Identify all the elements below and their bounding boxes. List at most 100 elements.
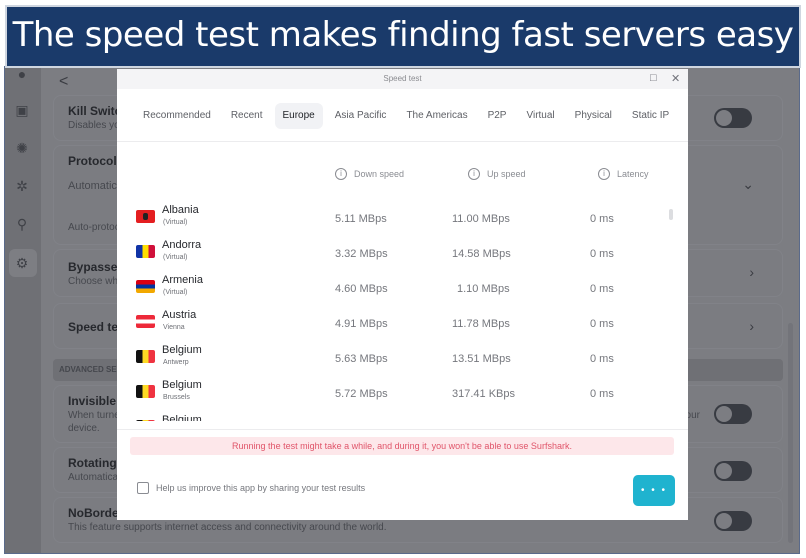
user-icon[interactable]: ▣ <box>13 101 31 119</box>
down-speed: 3.32 MBps <box>335 248 388 260</box>
latency: 0 ms <box>590 388 614 400</box>
shield-icon[interactable]: ● <box>13 67 31 83</box>
card-subtitle: Choose wh <box>68 276 119 287</box>
column-label: Latency <box>617 169 649 179</box>
down-speed: 5.63 MBps <box>335 353 388 365</box>
server-row[interactable]: Armenia (Virtual) 4.60 MBps 1.10 MBps 0 … <box>117 269 688 304</box>
tab-recent[interactable]: Recent <box>223 103 271 129</box>
card-title: Bypasser <box>68 260 123 274</box>
chevron-down-icon[interactable]: ⌄ <box>742 176 754 193</box>
back-button[interactable]: < <box>59 73 68 91</box>
server-country: Andorra <box>162 239 202 251</box>
server-country: Belgium <box>162 344 202 356</box>
divider <box>117 429 688 430</box>
alert-icon[interactable]: ✺ <box>13 139 31 157</box>
close-icon[interactable]: ✕ <box>671 72 680 85</box>
maximize-icon[interactable]: □ <box>650 72 657 84</box>
share-results-checkbox[interactable] <box>137 482 149 494</box>
server-location: Brussels <box>163 394 190 401</box>
card-subtitle-2: device. <box>68 423 100 434</box>
tab-europe[interactable]: Europe <box>274 103 323 129</box>
info-icon[interactable]: i <box>335 168 347 180</box>
server-location: (Virtual) <box>163 254 188 261</box>
up-speed: 11.78 MBps <box>452 318 510 330</box>
tab-the-americas[interactable]: The Americas <box>398 103 475 129</box>
invisible-toggle[interactable] <box>714 404 752 424</box>
latency: 0 ms <box>590 353 614 365</box>
belgium-flag-icon <box>136 420 155 421</box>
server-row[interactable]: Andorra (Virtual) 3.32 MBps 14.58 MBps 0… <box>117 234 688 269</box>
server-country: Belgium <box>162 414 202 421</box>
start-test-button[interactable]: • • • <box>633 475 675 506</box>
down-speed: 4.60 MBps <box>335 283 388 295</box>
dialog-title: Speed test <box>383 74 422 83</box>
server-country: Albania <box>162 204 199 216</box>
latency: 0 ms <box>590 318 614 330</box>
gear-icon[interactable]: ⚙ <box>13 254 31 272</box>
up-speed: 13.51 MBps <box>452 353 511 365</box>
albania-flag-icon <box>136 210 155 223</box>
bug-icon[interactable]: ✲ <box>13 177 31 195</box>
up-speed: 14.58 MBps <box>452 248 511 260</box>
server-location: (Virtual) <box>163 219 188 226</box>
andorra-flag-icon <box>136 245 155 258</box>
latency: 0 ms <box>590 283 614 295</box>
server-row[interactable]: Austria Vienna 4.91 MBps 11.78 MBps 0 ms <box>117 304 688 339</box>
info-icon[interactable]: i <box>468 168 480 180</box>
column-label: Up speed <box>487 169 526 179</box>
server-row[interactable]: Belgium <box>117 409 688 421</box>
list-scrollbar[interactable] <box>669 209 673 220</box>
server-row[interactable]: Belgium Antwerp 5.63 MBps 13.51 MBps 0 m… <box>117 339 688 374</box>
noborders-toggle[interactable] <box>714 511 752 531</box>
tab-p2p[interactable]: P2P <box>480 103 515 129</box>
column-up-speed: i Up speed <box>468 168 526 180</box>
sidebar-rail: ● ▣ ✺ ✲ ⚲ ⚙ <box>5 67 41 553</box>
chevron-right-icon: › <box>749 264 754 280</box>
chevron-right-icon: › <box>749 318 754 334</box>
column-down-speed: i Down speed <box>335 168 404 180</box>
caption-banner: The speed test makes finding fast server… <box>5 5 801 68</box>
down-speed: 5.72 MBps <box>335 388 388 400</box>
server-location: (Virtual) <box>163 289 188 296</box>
up-speed: 1.10 MBps <box>457 283 510 295</box>
server-country: Austria <box>162 309 197 321</box>
latency: 0 ms <box>590 248 614 260</box>
latency: 0 ms <box>590 213 614 225</box>
rotating-ip-toggle[interactable] <box>714 461 752 481</box>
warning-banner: Running the test might take a while, and… <box>130 437 674 455</box>
protocol-select[interactable]: Automatic <box>68 180 117 192</box>
down-speed: 5.11 MBps <box>335 213 387 225</box>
column-latency: i Latency <box>598 168 649 180</box>
banner-text: The speed test makes finding fast server… <box>12 15 794 55</box>
card-title: Protocol <box>68 154 117 168</box>
share-results-label[interactable]: Help us improve this app by sharing your… <box>156 483 365 493</box>
tab-virtual[interactable]: Virtual <box>518 103 562 129</box>
speed-test-dialog: Speed test □ ✕ Recommended Recent Europe… <box>117 69 688 520</box>
server-country: Armenia <box>162 274 203 286</box>
server-country: Belgium <box>162 379 202 391</box>
tab-static-ip[interactable]: Static IP <box>624 103 677 129</box>
column-label: Down speed <box>354 169 405 179</box>
card-subtitle: Automatica <box>68 472 119 483</box>
tab-recommended[interactable]: Recommended <box>135 103 219 129</box>
kill-switch-toggle[interactable] <box>714 108 752 128</box>
tab-asia-pacific[interactable]: Asia Pacific <box>327 103 395 129</box>
server-list: Albania (Virtual) 5.11 MBps 11.00 MBps 0… <box>117 195 688 421</box>
title-bar: Speed test □ ✕ <box>117 69 688 89</box>
up-speed: 11.00 MBps <box>452 213 510 225</box>
divider <box>117 141 688 142</box>
search-icon[interactable]: ⚲ <box>13 215 31 233</box>
settings-scrollbar[interactable] <box>788 323 793 543</box>
up-speed: 317.41 KBps <box>452 388 515 400</box>
belgium-flag-icon <box>136 350 155 363</box>
austria-flag-icon <box>136 315 155 328</box>
info-icon[interactable]: i <box>598 168 610 180</box>
tab-physical[interactable]: Physical <box>567 103 620 129</box>
armenia-flag-icon <box>136 280 155 293</box>
belgium-flag-icon <box>136 385 155 398</box>
server-location: Vienna <box>163 324 185 331</box>
card-subtitle: This feature supports internet access an… <box>68 522 387 533</box>
down-speed: 4.91 MBps <box>335 318 388 330</box>
server-row[interactable]: Belgium Brussels 5.72 MBps 317.41 KBps 0… <box>117 374 688 409</box>
server-row[interactable]: Albania (Virtual) 5.11 MBps 11.00 MBps 0… <box>117 199 688 234</box>
